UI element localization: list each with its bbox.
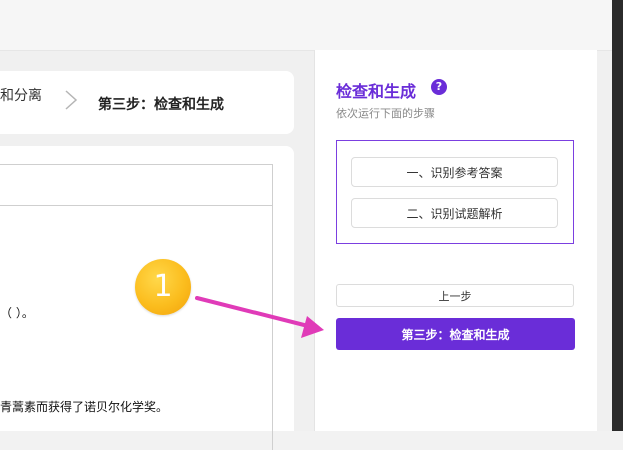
check-and-generate-button[interactable]: 第三步：检查和生成 bbox=[336, 318, 575, 350]
chevron-right-icon bbox=[65, 90, 78, 110]
document-table-header bbox=[0, 165, 272, 206]
annotation-badge: 1 bbox=[135, 259, 191, 315]
document-line: （ ）。 bbox=[0, 306, 34, 320]
side-panel: 检查和生成 ? 依次运行下面的步骤 一、识别参考答案 二、识别试题解析 上一步 … bbox=[314, 50, 597, 431]
document-line: 青蒿素而获得了诺贝尔化学奖。 bbox=[0, 400, 169, 414]
top-bar bbox=[0, 0, 612, 51]
breadcrumb-current-step: 第三步：检查和生成 bbox=[98, 97, 224, 113]
breadcrumb-previous-step[interactable]: 和分离 bbox=[0, 85, 42, 105]
identify-answers-button[interactable]: 一、识别参考答案 bbox=[351, 157, 558, 187]
step-list: 一、识别参考答案 二、识别试题解析 bbox=[336, 140, 574, 244]
document-table: （ ）。 青蒿素而获得了诺贝尔化学奖。 bbox=[0, 164, 273, 450]
step-breadcrumb: 和分离 第三步：检查和生成 bbox=[0, 71, 294, 134]
previous-step-button[interactable]: 上一步 bbox=[336, 284, 574, 307]
app-window: 和分离 第三步：检查和生成 （ ）。 青蒿素而获得了诺贝尔化学奖。 检查和生成 … bbox=[0, 0, 612, 450]
question-circle-icon[interactable]: ? bbox=[431, 79, 447, 95]
panel-title: 检查和生成 bbox=[336, 82, 417, 101]
window-edge bbox=[612, 0, 623, 431]
identify-analysis-button[interactable]: 二、识别试题解析 bbox=[351, 198, 558, 228]
panel-subtitle: 依次运行下面的步骤 bbox=[336, 107, 435, 120]
